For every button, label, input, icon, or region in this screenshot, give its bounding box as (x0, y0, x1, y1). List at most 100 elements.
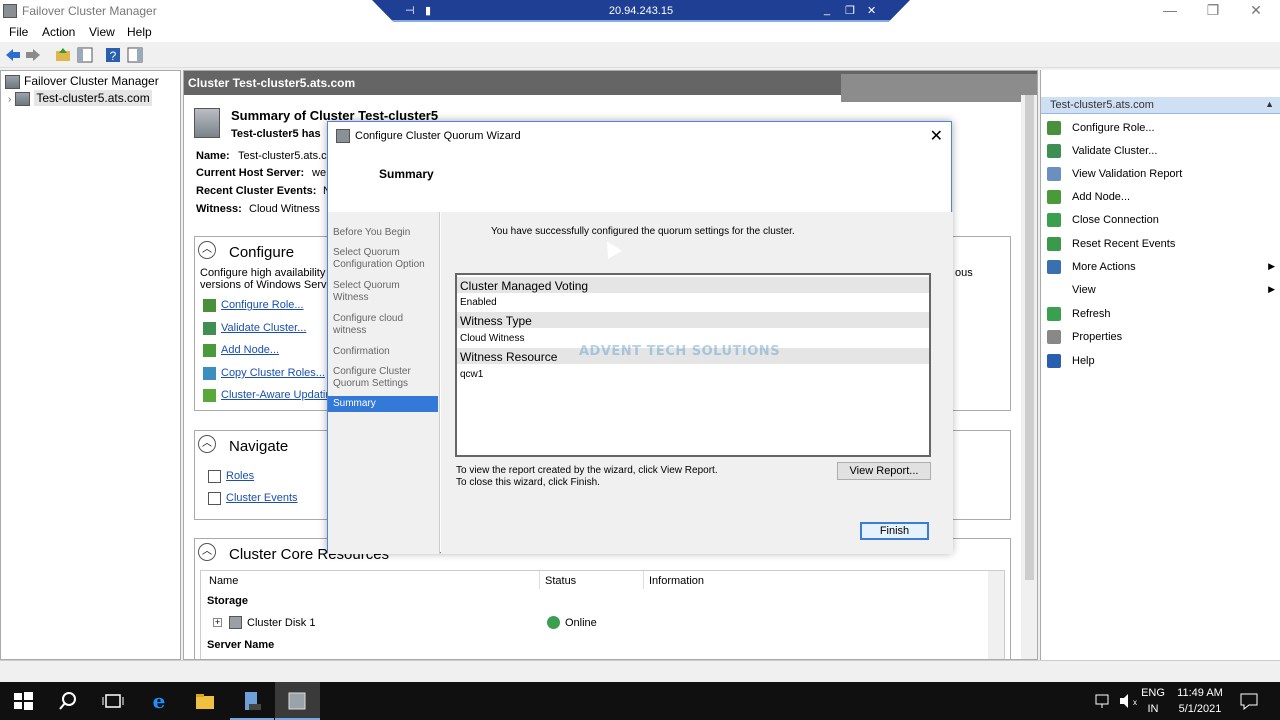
tree-root[interactable]: Failover Cluster Manager (5, 74, 159, 89)
column-information[interactable]: Information (649, 575, 704, 587)
header-band (841, 74, 1037, 102)
rdp-restore-icon[interactable]: ❐ (845, 4, 855, 17)
cluster-events-link[interactable]: Cluster Events (226, 492, 298, 504)
scrollbar-thumb[interactable] (1025, 95, 1034, 580)
cluster-events-shortcut-icon (208, 492, 221, 505)
add-node-icon (1047, 190, 1061, 204)
report-icon (1047, 167, 1061, 181)
task-view-icon[interactable] (102, 690, 124, 712)
back-icon[interactable] (4, 46, 22, 64)
up-folder-icon[interactable] (54, 46, 72, 64)
show-hide-tree-icon[interactable] (76, 46, 94, 64)
cluster-aware-updating-icon (203, 389, 216, 402)
taskbar-cluster-manager-item[interactable] (275, 682, 320, 720)
action-help[interactable]: Help (1047, 352, 1275, 370)
disk-status: Online (565, 617, 597, 629)
witness-value: Cloud Witness (249, 203, 320, 215)
cluster-aware-updating-link[interactable]: Cluster-Aware Updating (221, 389, 338, 401)
more-actions-icon (1047, 260, 1061, 274)
report-heading-voting: Cluster Managed Voting (457, 277, 929, 293)
action-refresh[interactable]: Refresh (1047, 305, 1275, 323)
show-hide-action-pane-icon[interactable] (126, 46, 144, 64)
action-configure-role[interactable]: Configure Role... (1047, 119, 1275, 137)
rdp-close-icon[interactable]: ✕ (867, 4, 876, 17)
action-view[interactable]: View ▶ (1047, 281, 1275, 299)
add-node-link[interactable]: Add Node... (221, 344, 279, 356)
action-add-node[interactable]: Add Node... (1047, 188, 1275, 206)
keyboard-region[interactable]: IN (1140, 703, 1166, 715)
column-divider (539, 571, 540, 589)
action-reset-recent-events[interactable]: Reset Recent Events (1047, 235, 1275, 253)
rdp-connection-bar: ⊣ ▮ 20.94.243.15 _ ❐ ✕ (372, 0, 910, 22)
collapse-core-resources-icon[interactable]: ︿ (198, 543, 216, 561)
column-status[interactable]: Status (545, 575, 576, 587)
add-node-icon (203, 344, 216, 357)
close-button[interactable]: ✕ (1246, 2, 1266, 20)
clock-time[interactable]: 11:49 AM (1170, 687, 1230, 699)
properties-icon (1047, 330, 1061, 344)
summary-report[interactable]: Cluster Managed Voting Enabled Witness T… (455, 273, 931, 457)
configure-role-link[interactable]: Configure Role... (221, 299, 304, 311)
validate-cluster-link[interactable]: Validate Cluster... (221, 322, 306, 334)
forward-icon[interactable] (24, 46, 42, 64)
action-view-validation-report[interactable]: View Validation Report (1047, 165, 1275, 183)
storage-group: Storage (207, 595, 248, 607)
wizard-content: You have successfully configured the quo… (441, 212, 953, 554)
toolbar: ? (0, 42, 1280, 68)
minimize-button[interactable]: — (1160, 2, 1180, 20)
finish-button[interactable]: Finish (860, 522, 929, 540)
actions-header[interactable]: Test-cluster5.ats.com ▲ (1041, 97, 1280, 114)
file-explorer-icon[interactable] (194, 690, 216, 712)
action-validate-cluster[interactable]: Validate Cluster... (1047, 142, 1275, 160)
name-label: Name: (196, 150, 230, 162)
tree-cluster-node[interactable]: › Test-cluster5.ats.com (8, 90, 152, 106)
tree-root-label: Failover Cluster Manager (24, 74, 159, 88)
internet-explorer-icon[interactable]: e (148, 690, 170, 712)
collapse-navigate-icon[interactable]: ︿ (198, 435, 216, 453)
server-manager-icon (245, 692, 261, 710)
action-properties[interactable]: Properties (1047, 328, 1275, 346)
search-icon[interactable] (57, 690, 79, 712)
disk-icon (229, 616, 242, 629)
actions-pane: Test-cluster5.ats.com ▲ Configure Role..… (1040, 70, 1280, 660)
column-divider (643, 571, 644, 589)
taskbar-server-manager-item[interactable] (230, 682, 274, 720)
menu-file[interactable]: File (9, 25, 28, 39)
close-connection-icon (1047, 213, 1061, 227)
watermark: ADVENT TECH SOLUTIONS (579, 344, 781, 359)
menu-action[interactable]: Action (42, 25, 75, 39)
step-before-you-begin: Before You Begin (333, 227, 411, 238)
maximize-button[interactable]: ❐ (1203, 2, 1223, 20)
disk-name[interactable]: Cluster Disk 1 (247, 617, 315, 629)
roles-link[interactable]: Roles (226, 470, 254, 482)
finish-hint: To close this wizard, click Finish. (456, 477, 600, 488)
step-summary: Summary (328, 396, 438, 412)
network-icon[interactable] (1093, 690, 1115, 712)
menu-bar: File Action View Help (0, 22, 1280, 42)
dialog-close-icon[interactable]: ✕ (930, 126, 943, 146)
action-more-actions[interactable]: More Actions ▶ (1047, 258, 1275, 276)
column-name[interactable]: Name (209, 575, 238, 587)
menu-help[interactable]: Help (127, 25, 152, 39)
copy-cluster-roles-link[interactable]: Copy Cluster Roles... (221, 367, 325, 379)
step-select-quorum-option: Select Quorum Configuration Option (333, 247, 425, 270)
menu-view[interactable]: View (89, 25, 115, 39)
table-scrollbar[interactable] (988, 571, 1004, 659)
collapse-configure-icon[interactable]: ︿ (198, 241, 216, 259)
language-code[interactable]: ENG (1140, 687, 1166, 699)
help-toolbar-icon[interactable]: ? (104, 46, 122, 64)
center-scrollbar[interactable] (1021, 95, 1037, 659)
start-windows-icon[interactable] (12, 690, 34, 712)
action-close-connection[interactable]: Close Connection (1047, 211, 1275, 229)
rdp-minimize-icon[interactable]: _ (824, 4, 830, 16)
collapse-actions-icon[interactable]: ▲ (1265, 99, 1274, 109)
expand-chevron-icon[interactable]: › (8, 94, 11, 105)
clock-date[interactable]: 5/1/2021 (1170, 703, 1230, 715)
report-value-voting: Enabled (460, 297, 497, 308)
submenu-arrow-icon: ▶ (1268, 284, 1275, 294)
core-resources-panel: ︿ Cluster Core Resources Name Status Inf… (194, 538, 1011, 659)
notifications-icon[interactable] (1238, 690, 1260, 712)
volume-muted-icon[interactable]: x (1117, 690, 1139, 712)
view-report-button[interactable]: View Report... (837, 462, 931, 480)
expand-disk-icon[interactable]: + (213, 618, 222, 627)
